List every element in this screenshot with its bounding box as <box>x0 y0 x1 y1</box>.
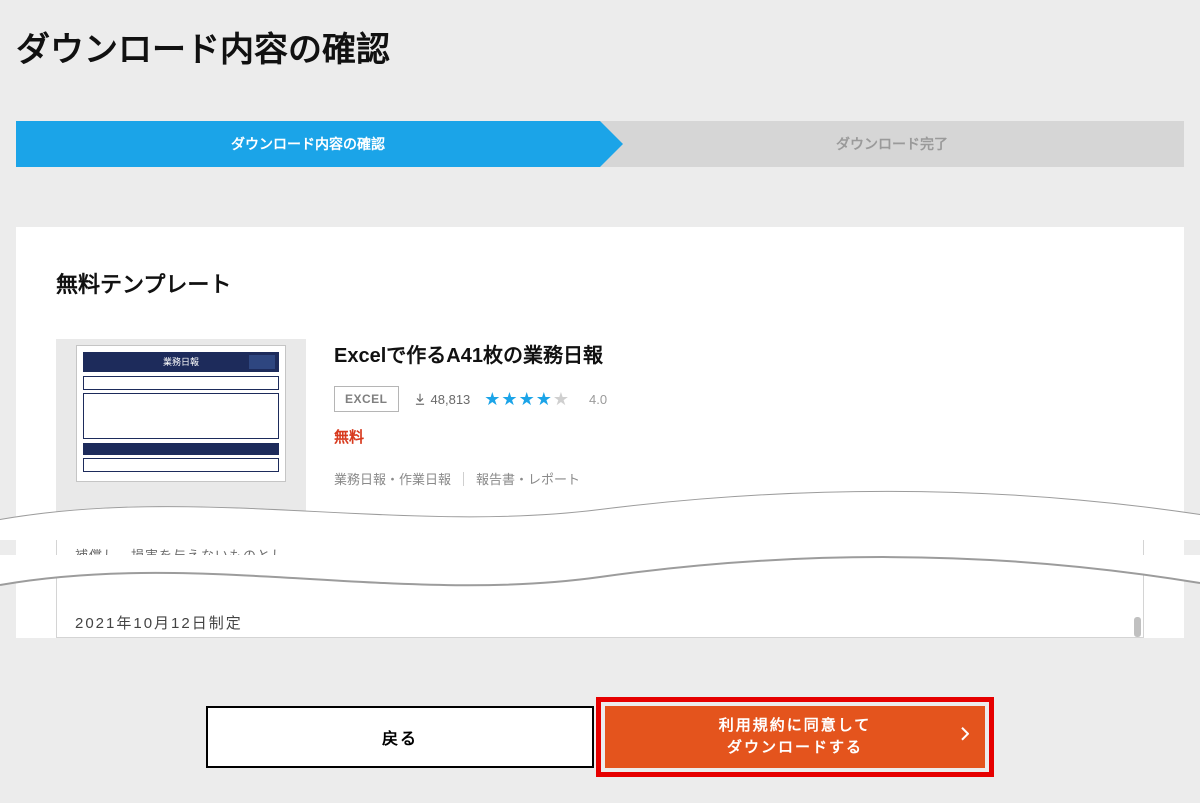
star-icon: ★ <box>553 390 569 408</box>
thumb-doc-field <box>83 458 279 472</box>
template-item: 業務日報 Excelで作るA41枚の業務日報 EXCEL 48,813 <box>56 339 1144 514</box>
star-icon: ★ <box>484 390 500 408</box>
download-icon <box>413 392 427 406</box>
format-badge: EXCEL <box>334 386 399 412</box>
download-count: 48,813 <box>413 392 471 407</box>
back-button[interactable]: 戻る <box>206 706 594 768</box>
thumb-doc-field <box>83 376 279 390</box>
star-icon: ★ <box>501 390 517 408</box>
step-complete: ダウンロード完了 <box>600 121 1184 167</box>
star-icon: ★ <box>519 390 535 408</box>
tag[interactable]: 業務日報・作業日報 <box>334 469 451 488</box>
agree-line2: ダウンロードする <box>727 739 863 756</box>
action-bar: 戻る 利用規約に同意して ダウンロードする <box>0 706 1200 777</box>
terms-fragment: 補償し、損害を与えないものとし… <box>75 545 1125 564</box>
section-heading: 無料テンプレート <box>56 267 1144 299</box>
terms-box[interactable]: 補償し、損害を与えないものとし… 2021年10月12日制定 <box>56 528 1144 638</box>
terms-established: 2021年10月12日制定 <box>75 612 1125 633</box>
thumb-doc-bar <box>83 443 279 455</box>
agree-line1: 利用規約に同意して <box>719 717 872 734</box>
agree-highlight: 利用規約に同意して ダウンロードする <box>596 697 994 777</box>
thumbnail-doc: 業務日報 <box>76 345 286 482</box>
tag[interactable]: 報告書・レポート <box>476 469 580 488</box>
template-thumbnail[interactable]: 業務日報 <box>56 339 306 514</box>
scrollbar-thumb[interactable] <box>1134 617 1141 637</box>
page-title: ダウンロード内容の確認 <box>0 0 1200 81</box>
agree-download-button[interactable]: 利用規約に同意して ダウンロードする <box>605 706 985 768</box>
tag-separator <box>463 472 464 486</box>
progress-steps: ダウンロード内容の確認 ダウンロード完了 <box>16 121 1184 167</box>
download-count-value: 48,813 <box>431 392 471 407</box>
chevron-right-icon <box>961 726 969 749</box>
step-confirm: ダウンロード内容の確認 <box>16 121 600 167</box>
rating-stars: ★ ★ ★ ★ ★ <box>484 390 569 408</box>
thumb-doc-header: 業務日報 <box>83 352 279 372</box>
thumb-doc-block <box>83 393 279 439</box>
rating-value: 4.0 <box>589 392 607 407</box>
price-label: 無料 <box>334 426 1144 447</box>
star-icon: ★ <box>536 390 552 408</box>
content-card: 無料テンプレート 業務日報 Excelで作るA41枚の業務日報 EXCEL <box>16 227 1184 638</box>
template-title: Excelで作るA41枚の業務日報 <box>334 339 1144 368</box>
template-tags: 業務日報・作業日報 報告書・レポート <box>334 469 1144 488</box>
